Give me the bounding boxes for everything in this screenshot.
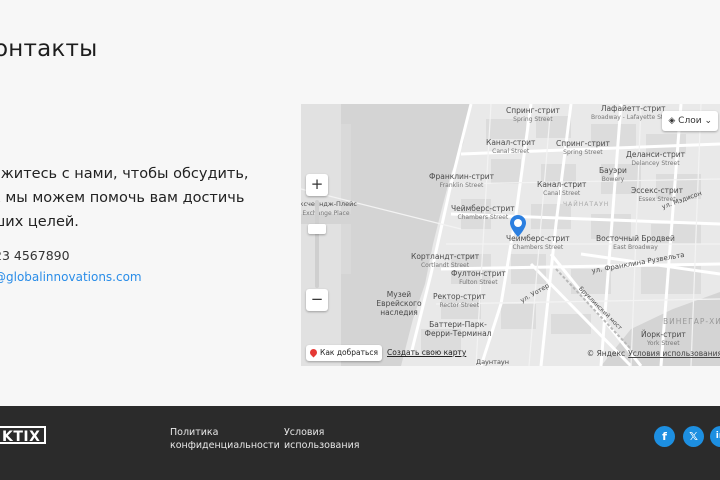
zoom-in-button[interactable]: + xyxy=(306,174,328,196)
map-label: ЧАЙНАТАУН xyxy=(563,201,610,208)
copyright-text: © Яндекс xyxy=(586,349,626,358)
map-layers-button[interactable]: ◈ Слои ⌄ xyxy=(662,111,718,131)
map-label: Даунтаун xyxy=(476,358,510,366)
map-label: Спринг-стрит Spring Street xyxy=(506,106,560,123)
map-label: Йорк-стрит York Street xyxy=(641,330,686,347)
zoom-slider-handle[interactable] xyxy=(308,224,326,234)
linkedin-icon[interactable]: in xyxy=(710,426,720,447)
route-button[interactable]: Как добраться xyxy=(306,345,383,361)
location-marker-icon[interactable] xyxy=(510,215,526,237)
map-label: Ректор-стрит Rector Street xyxy=(433,292,486,309)
map-label: Бауэри Bowery xyxy=(599,166,627,183)
map-label: Чеймберс-стрит Chambers Street xyxy=(451,204,515,221)
layers-icon: ◈ xyxy=(668,116,676,126)
facebook-icon[interactable]: f xyxy=(654,426,675,447)
map-label: Канал-стрит Canal Street xyxy=(537,180,587,197)
privacy-line: конфиденциальности xyxy=(170,440,280,451)
terms-line: использования xyxy=(284,440,360,451)
map-terms-link[interactable]: Условия использования xyxy=(628,349,720,358)
map-label: Канал-стрит Canal Street xyxy=(486,138,536,155)
footer-logo[interactable]: KTIX xyxy=(0,426,47,445)
x-twitter-icon[interactable]: 𝕏 xyxy=(683,426,704,447)
contact-text-line: яжитесь с нами, чтобы обсудить, xyxy=(0,166,249,182)
chevron-down-icon: ⌄ xyxy=(704,116,712,126)
route-label: Как добраться xyxy=(320,348,379,357)
page-title: онтакты xyxy=(0,36,98,62)
map-widget[interactable]: Спринг-стрит Spring Street Лафайетт-стрит… xyxy=(301,104,720,366)
map-label: Спринг-стрит Spring Street xyxy=(556,139,610,156)
contact-text-line: к мы можем помочь вам достичь xyxy=(0,190,245,206)
map-copyright: © Яндекс Условия использования xyxy=(587,349,720,358)
map-label: Музей Еврейского наследия xyxy=(376,290,422,317)
privacy-line: Политика xyxy=(170,427,219,438)
map-label: Восточный Бродвей East Broadway xyxy=(596,234,675,251)
contact-text-line: ших целей. xyxy=(0,214,79,230)
privacy-policy-link[interactable]: Политика конфиденциальности xyxy=(170,426,280,452)
footer: KTIX Политика конфиденциальности Условия… xyxy=(0,406,720,480)
contact-description: яжитесь с нами, чтобы обсудить, к мы мож… xyxy=(0,162,282,234)
location-pin-icon xyxy=(308,347,319,358)
terms-of-use-link[interactable]: Условия использования xyxy=(284,426,359,452)
terms-line: Условия xyxy=(284,427,325,438)
map-label: Кортландт-стрит Cortlandt Street xyxy=(411,252,480,269)
layers-label: Слои xyxy=(678,116,702,126)
map-label: Франклин-стрит Franklin Street xyxy=(429,172,495,189)
zoom-control[interactable]: + − xyxy=(306,174,328,314)
map-label: Фултон-стрит Fulton Street xyxy=(451,269,506,286)
map-label: Деланси-стрит Delancey Street xyxy=(626,150,685,167)
map-label: Баттери-Парк-Ферри-Терминал xyxy=(424,320,492,338)
zoom-slider-track[interactable] xyxy=(315,200,319,288)
contact-email-link[interactable]: @globalinnovations.com xyxy=(0,270,142,284)
create-map-link[interactable]: Создать свою карту xyxy=(387,348,466,357)
contact-phone[interactable]: 23 4567890 xyxy=(0,248,70,263)
zoom-out-button[interactable]: − xyxy=(306,289,328,311)
map-label: ВИНЕГАР-ХИ xyxy=(663,317,720,326)
